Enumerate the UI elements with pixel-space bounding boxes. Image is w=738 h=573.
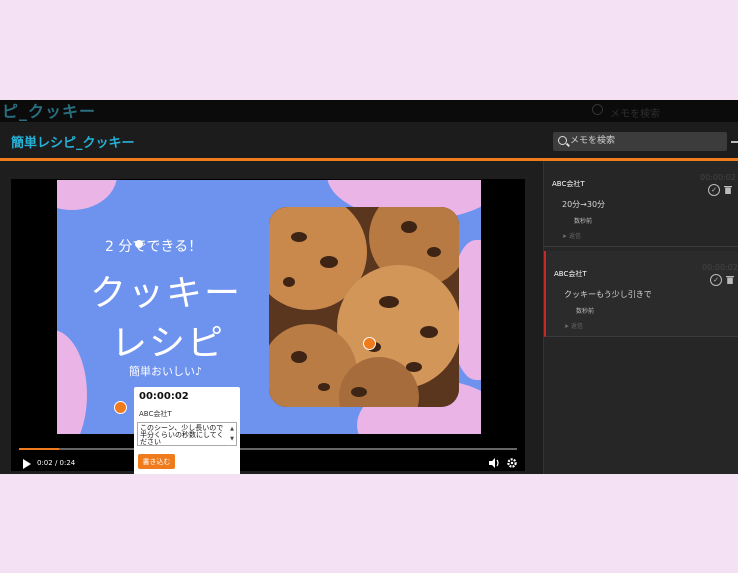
search-icon — [592, 104, 603, 115]
trash-icon[interactable] — [724, 185, 732, 194]
cursor-icon — [135, 240, 143, 248]
memo-body: クッキーもう少し引きで — [564, 290, 652, 299]
slide-subtitle: 簡単おいしい♪ — [129, 365, 203, 378]
memo-author: ABC会社T — [552, 180, 585, 188]
search-input[interactable] — [570, 133, 720, 149]
check-icon[interactable]: ✓ — [710, 274, 722, 286]
memo-popup: 00:00:02 ABC会社T このシーン、少し長いので半分くらいの秒数にしてく… — [134, 387, 240, 474]
ghost-search-placeholder: メモを検索 — [610, 109, 660, 120]
app-window: ピ_クッキー メモを検索 簡単レシピ_クッキー 2 分でできる！ クッキー レシ… — [0, 100, 738, 474]
search-icon — [558, 136, 567, 145]
volume-icon[interactable] — [489, 458, 501, 468]
memo-textarea[interactable]: このシーン、少し長いので半分くらいの秒数にしてください ▲ ▼ — [137, 422, 237, 446]
slide-blob — [57, 180, 117, 210]
memo-author: ABC会社T — [554, 270, 587, 278]
memo-sidebar: ABC会社T 00:00:02 ✓ 20分→30分 数秒前 ➤ 返信 ABC会社T… — [543, 161, 738, 474]
settings-icon[interactable] — [507, 458, 517, 468]
scroll-up-icon[interactable]: ▲ — [230, 426, 234, 432]
send-icon: ➤ — [562, 233, 568, 240]
video-frame: 2 分でできる！ クッキー レシピ 簡単おいしい♪ — [57, 180, 481, 434]
reply-label: 返信 — [571, 323, 584, 330]
time-readout: 0:02 / 0:24 — [37, 459, 76, 467]
slide-title: レシピ — [111, 323, 226, 364]
slide-badge: 2 分でできる！ — [105, 239, 203, 255]
search-box[interactable] — [553, 132, 727, 151]
memo-time: 00:00:02 — [702, 263, 738, 272]
send-icon: ➤ — [564, 323, 570, 330]
submit-memo-button[interactable]: 書き込む — [138, 454, 175, 469]
textarea-scrollbar[interactable]: ▲ ▼ — [229, 424, 235, 444]
memo-card[interactable]: ABC会社T 00:00:02 ✓ クッキーもう少し引きで 数秒前 ➤ 返信 — [544, 251, 738, 337]
memo-card[interactable]: ABC会社T 00:00:02 ✓ 20分→30分 数秒前 ➤ 返信 — [544, 161, 738, 247]
more-menu-icon[interactable] — [731, 141, 738, 143]
cookie-image-svg — [269, 207, 459, 407]
ghost-header: ピ_クッキー メモを検索 — [0, 100, 738, 122]
progress-fill — [19, 448, 59, 450]
slide-title: クッキー — [90, 273, 243, 314]
video-player[interactable]: 2 分でできる！ クッキー レシピ 簡単おいしい♪ 0:02 / 0:24 — [11, 179, 525, 471]
page-title: 簡単レシピ_クッキー — [11, 136, 135, 151]
memo-marker[interactable] — [363, 337, 376, 350]
check-icon[interactable]: ✓ — [708, 184, 720, 196]
reply-button[interactable]: ➤ 返信 — [562, 231, 581, 240]
memo-body: 20分→30分 — [562, 200, 606, 209]
memo-time: 00:00:02 — [700, 173, 736, 182]
memo-ago: 数秒前 — [574, 218, 593, 225]
popup-time: 00:00:02 — [139, 391, 189, 402]
memo-marker[interactable] — [114, 401, 127, 414]
ghost-title: ピ_クッキー — [2, 102, 97, 121]
cookie-image — [269, 207, 459, 407]
popup-author: ABC会社T — [139, 410, 172, 418]
header: 簡単レシピ_クッキー — [0, 122, 738, 158]
ghost-search: メモを検索 — [590, 104, 738, 120]
scroll-down-icon[interactable]: ▼ — [230, 436, 234, 442]
reply-label: 返信 — [569, 233, 582, 240]
memo-ago: 数秒前 — [576, 308, 595, 315]
play-icon[interactable] — [23, 459, 31, 469]
reply-button[interactable]: ➤ 返信 — [564, 321, 583, 330]
memo-textarea-text: このシーン、少し長いので半分くらいの秒数にしてください — [140, 424, 224, 446]
progress-bar[interactable] — [19, 448, 517, 450]
slide-blob — [57, 330, 87, 434]
trash-icon[interactable] — [726, 275, 734, 284]
